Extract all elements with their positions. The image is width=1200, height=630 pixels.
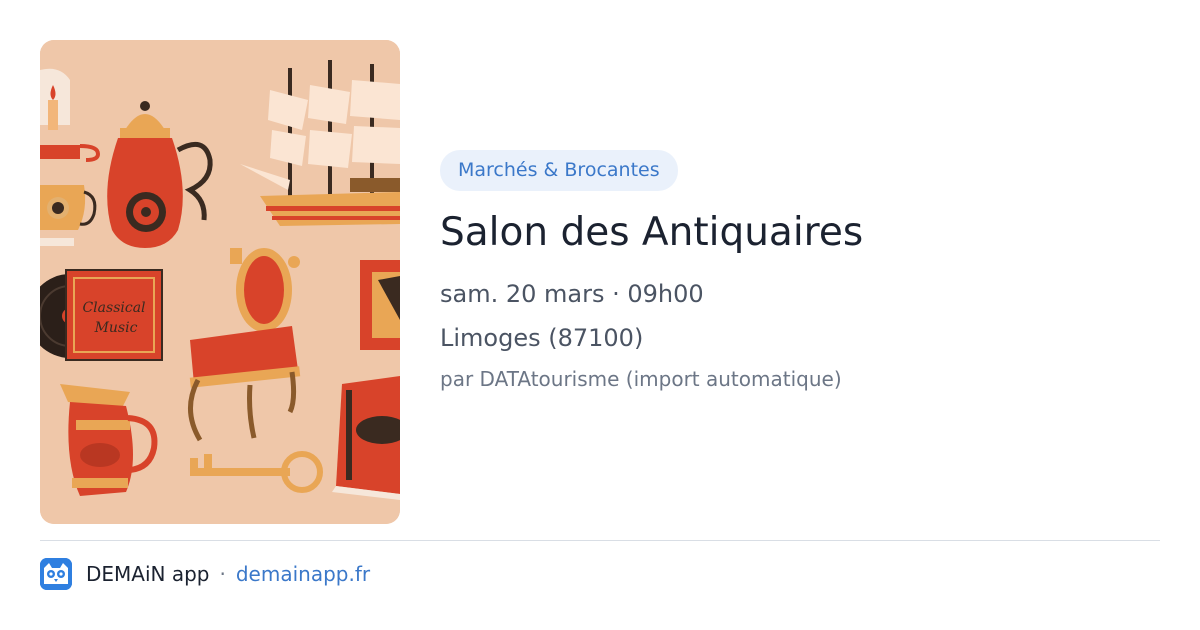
album-title-line2: Music <box>94 320 138 336</box>
picture-frame-icon <box>360 260 400 350</box>
footer-divider <box>40 540 1160 541</box>
book-icon <box>332 376 400 500</box>
site-link[interactable]: demainapp.fr <box>236 562 370 586</box>
category-badge[interactable]: Marchés & Brocantes <box>440 150 678 191</box>
event-info: Marchés & Brocantes Salon des Antiquaire… <box>440 150 1160 392</box>
album-title-line1: Classical <box>82 300 145 316</box>
footer: DEMAiN app · demainapp.fr <box>40 558 370 590</box>
event-datetime: sam. 20 mars · 09h00 <box>440 280 704 308</box>
event-illustration: Classical Music <box>40 40 400 524</box>
event-source: par DATAtourisme (import automatique) <box>440 367 842 391</box>
event-location: Limoges (87100) <box>440 324 644 352</box>
classical-music-album-icon: Classical Music <box>65 269 163 361</box>
footer-separator: · <box>219 562 226 586</box>
owl-logo-icon <box>40 558 72 590</box>
app-name: DEMAiN app <box>86 562 210 586</box>
event-title: Salon des Antiquaires <box>440 210 864 255</box>
